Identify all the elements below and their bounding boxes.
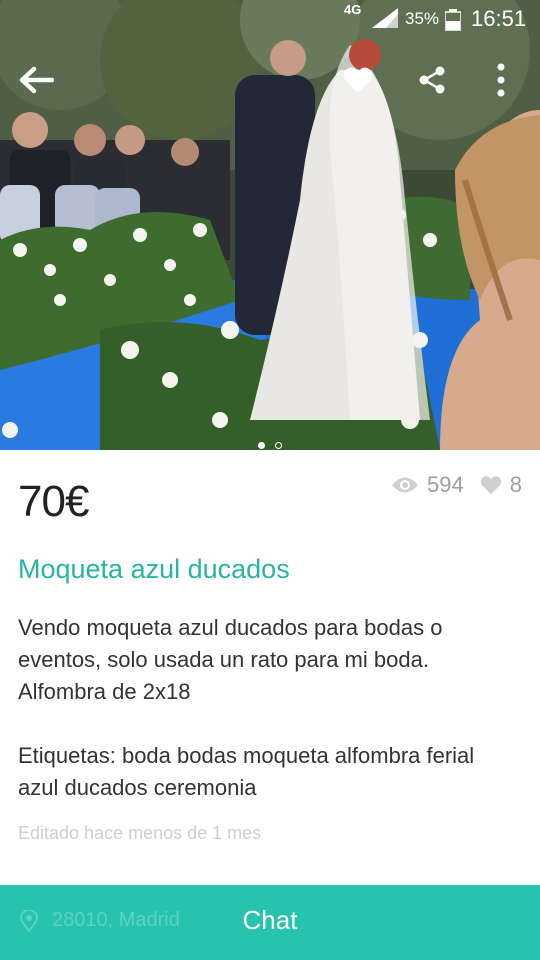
back-button[interactable] (14, 58, 58, 102)
description-line: Vendo moqueta azul ducados para bodas o … (18, 615, 443, 672)
likes-count: 8 (509, 472, 522, 497)
product-description: Vendo moqueta azul ducados para bodas o … (18, 612, 518, 804)
eye-icon (391, 476, 419, 494)
gallery-dot-active (257, 442, 265, 449)
gallery-dot (275, 442, 283, 449)
signal-icon (372, 8, 398, 34)
product-title: Moqueta azul ducados (18, 554, 290, 584)
battery-percent: 35% (405, 9, 440, 28)
more-options-button[interactable] (479, 58, 523, 102)
share-button[interactable] (410, 58, 454, 102)
more-vertical-icon (497, 63, 505, 97)
back-arrow-icon (19, 66, 54, 94)
share-icon (419, 66, 445, 94)
wedding-photo (0, 0, 540, 450)
heart-icon (343, 67, 373, 93)
views-count: 594 (427, 472, 464, 497)
price: 70€ (18, 477, 89, 526)
edited-timestamp: Editado hace menos de 1 mes (18, 823, 262, 843)
description-line: Alfombra de 2x18 (18, 679, 191, 704)
chat-button[interactable]: 28010, Madrid Chat (0, 885, 540, 960)
network-indicator: 4G (344, 2, 362, 17)
heart-count-icon (480, 475, 502, 495)
clock: 16:51 (471, 6, 527, 31)
chat-label: Chat (242, 905, 298, 935)
listing-stats: 594 8 (391, 472, 522, 498)
product-tags: Etiquetas: boda bodas moqueta alfombra f… (18, 743, 475, 800)
product-photo-gallery[interactable]: 4G 35% 16:51 (0, 0, 540, 450)
gallery-indicator (0, 436, 540, 450)
status-bar: 4G 35% 16:51 (0, 0, 540, 38)
battery-icon (444, 9, 462, 37)
favorite-button[interactable] (336, 58, 380, 102)
